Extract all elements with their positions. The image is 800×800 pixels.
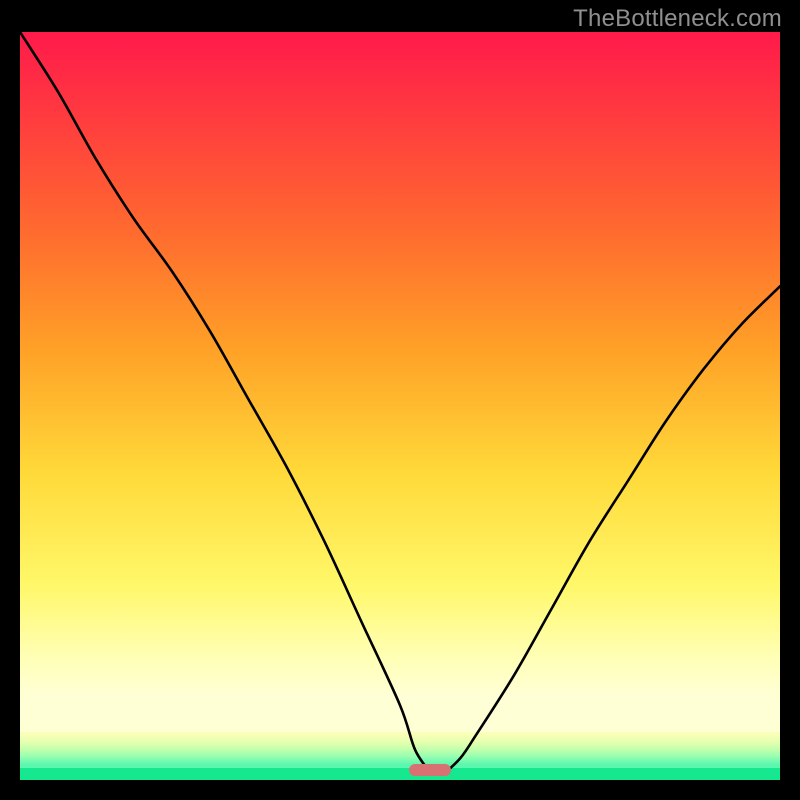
curve-right-path (446, 286, 780, 772)
attribution-label: TheBottleneck.com (573, 5, 782, 33)
optimum-marker (409, 764, 451, 776)
curve-left-path (20, 32, 430, 773)
chart-frame: TheBottleneck.com (0, 0, 800, 800)
bottleneck-curve (20, 32, 780, 780)
plot-area (20, 32, 780, 780)
